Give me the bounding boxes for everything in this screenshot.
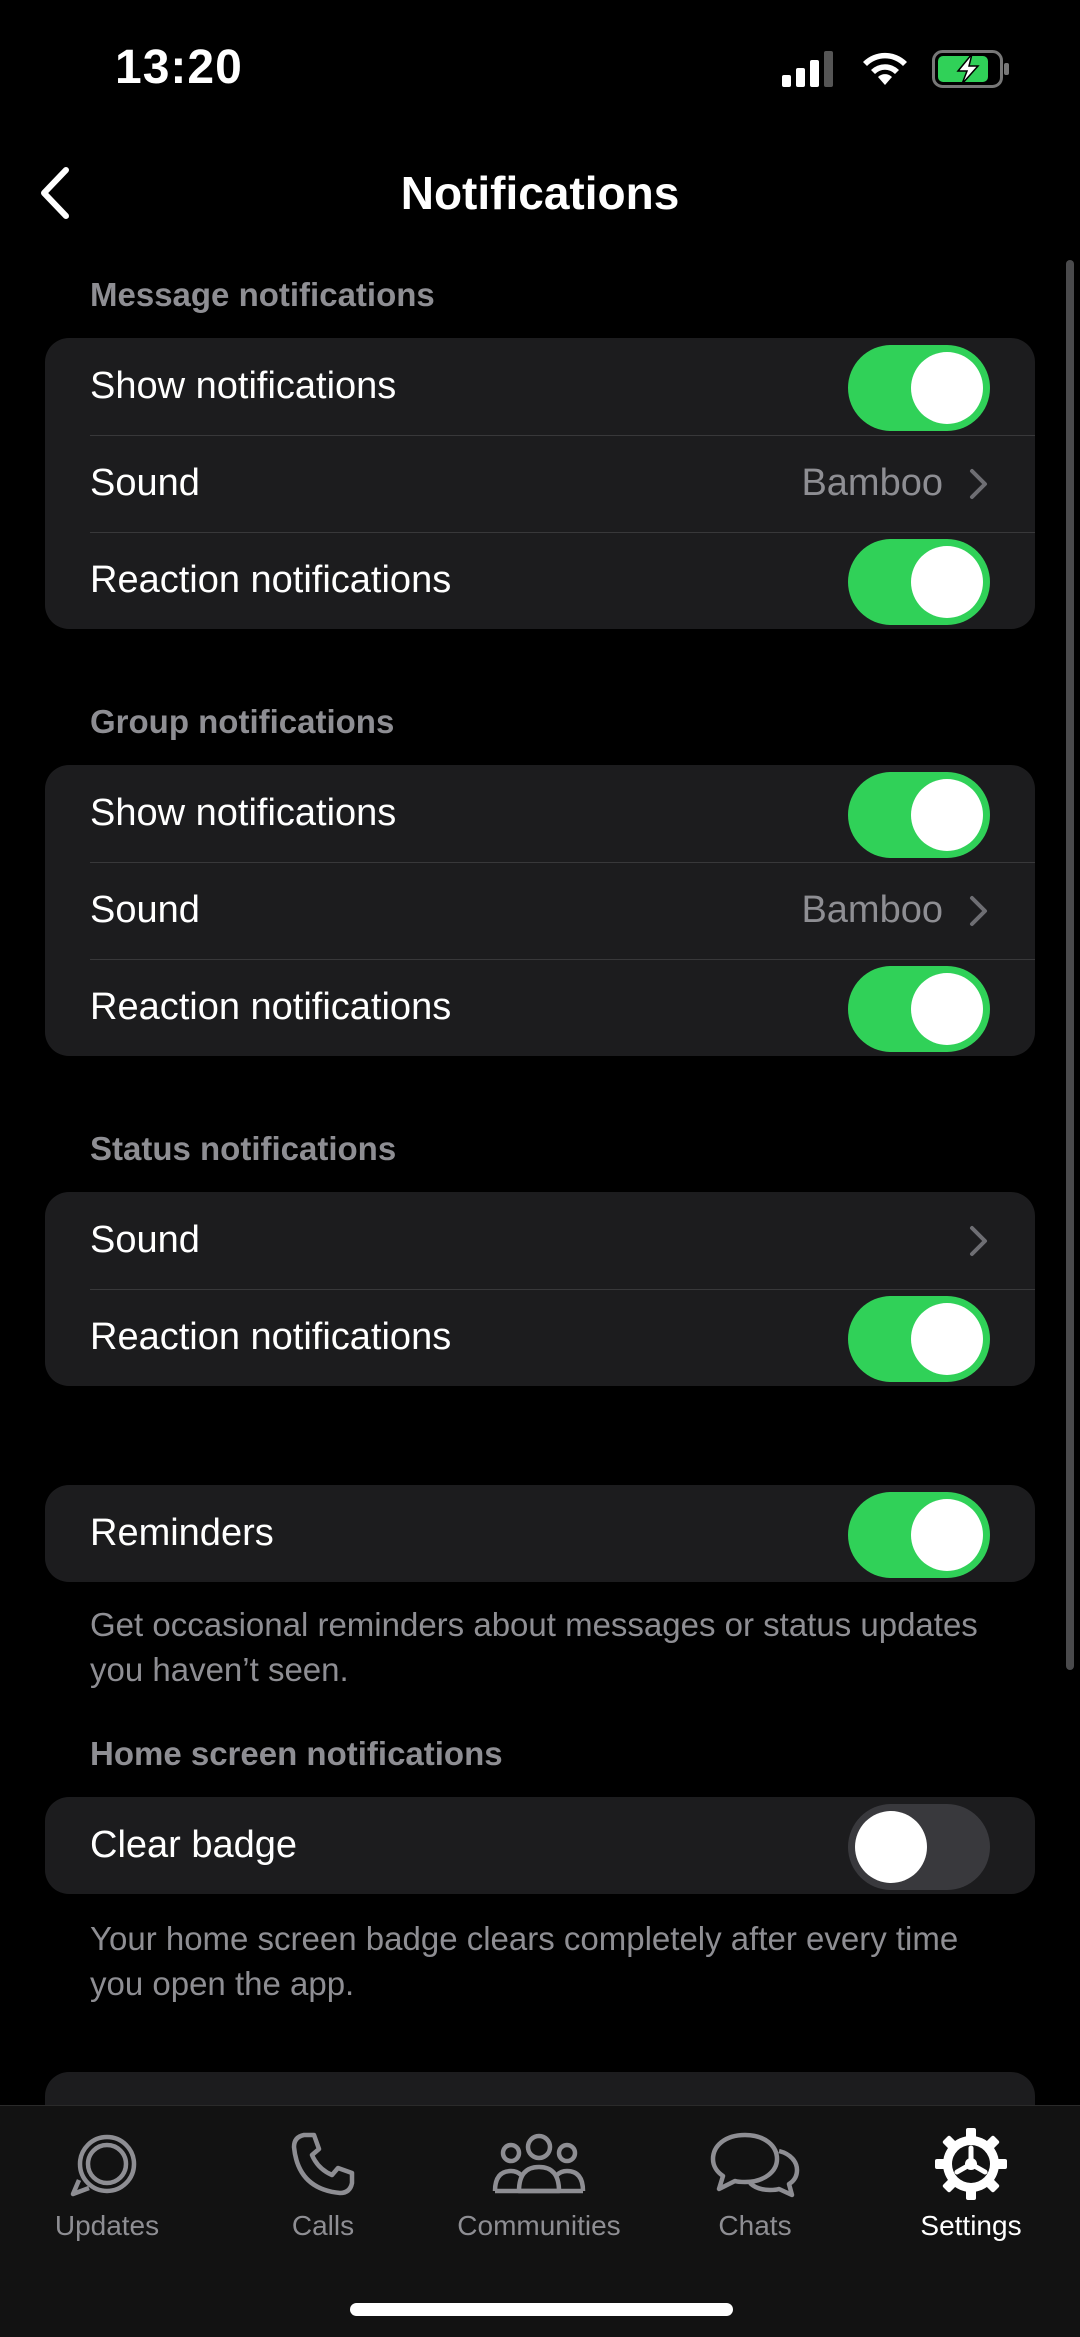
wifi-icon — [863, 52, 907, 85]
home-indicator[interactable] — [350, 2303, 733, 2316]
row-label: Sound — [90, 462, 200, 504]
message-show-notifications-row[interactable]: Show notifications — [45, 338, 1035, 435]
row-label: Reaction notifications — [90, 559, 452, 601]
reminders-group: Reminders — [45, 1485, 1035, 1582]
row-label: Show notifications — [90, 792, 397, 834]
navigation-bar: Notifications — [0, 140, 1080, 250]
tab-updates[interactable]: Updates — [7, 2124, 207, 2242]
sound-value: Bamboo — [801, 889, 943, 931]
group-notifications-group: Show notifications Sound Bamboo Reaction… — [45, 765, 1035, 1056]
battery-charging-icon — [932, 50, 1009, 88]
group-sound-row[interactable]: Sound Bamboo — [45, 862, 1035, 959]
tab-communities[interactable]: Communities — [439, 2124, 639, 2242]
message-reaction-notifications-toggle[interactable] — [848, 539, 990, 625]
clear-badge-toggle[interactable] — [848, 1804, 990, 1890]
chats-icon — [710, 2132, 800, 2198]
status-icons — [782, 50, 1010, 88]
clear-badge-row[interactable]: Clear badge — [45, 1797, 1035, 1894]
message-notifications-header: Message notifications — [90, 276, 435, 313]
phone-icon — [291, 2132, 355, 2196]
tab-calls[interactable]: Calls — [223, 2124, 423, 2242]
row-label: Sound — [90, 889, 200, 931]
status-bar: 13:20 — [0, 0, 1080, 140]
communities-icon — [492, 2133, 586, 2194]
group-notifications-header: Group notifications — [90, 703, 395, 740]
group-show-notifications-row[interactable]: Show notifications — [45, 765, 1035, 862]
clear-badge-footnote: Your home screen badge clears completely… — [90, 1920, 959, 2002]
message-reaction-notifications-row[interactable]: Reaction notifications — [45, 532, 1035, 629]
tab-settings[interactable]: Settings — [871, 2124, 1071, 2242]
group-reaction-notifications-row[interactable]: Reaction notifications — [45, 959, 1035, 1056]
tab-label: Settings — [920, 2210, 1022, 2241]
tab-chats[interactable]: Chats — [655, 2124, 855, 2242]
status-reaction-notifications-toggle[interactable] — [848, 1296, 990, 1382]
notifications-screen: 13:20 Notifications Message notification… — [0, 0, 1080, 2337]
chevron-right-icon — [970, 896, 987, 926]
reminders-row[interactable]: Reminders — [45, 1485, 1035, 1582]
message-sound-row[interactable]: Sound Bamboo — [45, 435, 1035, 532]
row-label: Show notifications — [90, 365, 397, 407]
status-sound-row[interactable]: Sound — [45, 1192, 1035, 1289]
reminders-toggle[interactable] — [848, 1492, 990, 1578]
cellular-signal-icon — [782, 51, 833, 87]
tab-label: Calls — [291, 2210, 355, 2241]
home-screen-notifications-header: Home screen notifications — [90, 1735, 503, 1772]
row-label: Reminders — [90, 1512, 274, 1554]
status-notifications-group: Sound Reaction notifications — [45, 1192, 1035, 1386]
message-notifications-group: Show notifications Sound Bamboo Reaction… — [45, 338, 1035, 629]
tab-label: Updates — [54, 2210, 160, 2241]
updates-icon — [70, 2134, 137, 2197]
chevron-right-icon — [970, 1226, 987, 1256]
scroll-indicator[interactable] — [1066, 260, 1074, 1670]
row-label: Reaction notifications — [90, 986, 452, 1028]
group-show-notifications-toggle[interactable] — [848, 772, 990, 858]
chevron-right-icon — [970, 469, 987, 499]
row-label: Clear badge — [90, 1824, 298, 1866]
row-label: Reaction notifications — [90, 1316, 452, 1358]
tab-label: Chats — [718, 2210, 792, 2241]
group-reaction-notifications-toggle[interactable] — [848, 966, 990, 1052]
tab-label: Communities — [457, 2210, 621, 2241]
status-reaction-notifications-row[interactable]: Reaction notifications — [45, 1289, 1035, 1386]
status-time: 13:20 — [115, 41, 243, 94]
message-show-notifications-toggle[interactable] — [848, 345, 990, 431]
reminders-footnote: Get occasional reminders about messages … — [90, 1606, 978, 1688]
row-label: Sound — [90, 1219, 200, 1261]
sound-value: Bamboo — [801, 462, 943, 504]
gear-icon — [935, 2128, 1007, 2200]
page-title: Notifications — [400, 167, 680, 219]
status-notifications-header: Status notifications — [90, 1130, 397, 1167]
home-screen-group: Clear badge — [45, 1797, 1035, 1894]
